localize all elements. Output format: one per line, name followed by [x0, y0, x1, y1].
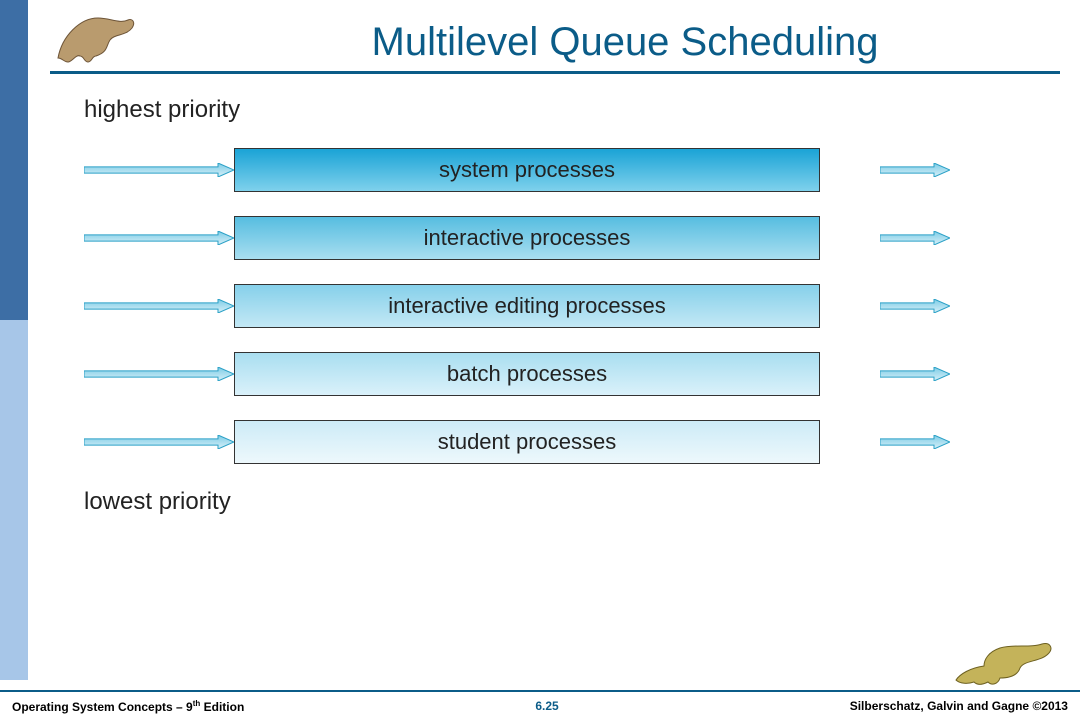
queue-row: system processes — [60, 148, 1040, 192]
gap — [820, 231, 880, 245]
arrow-out-icon — [880, 299, 950, 313]
footer-right: Silberschatz, Galvin and Gagne ©2013 — [850, 699, 1068, 713]
queue-box: interactive editing processes — [234, 284, 820, 328]
footer-center: 6.25 — [535, 699, 558, 713]
sidebar-bottom — [0, 320, 28, 680]
arrow-in-icon — [84, 231, 234, 245]
sidebar-top — [0, 0, 28, 320]
arrow-out-icon — [880, 231, 950, 245]
arrow-in-icon — [84, 299, 234, 313]
queue-row: interactive processes — [60, 216, 1040, 260]
queue-label: interactive editing processes — [388, 293, 666, 319]
gap — [820, 435, 880, 449]
queue-box: system processes — [234, 148, 820, 192]
label-highest: highest priority — [84, 96, 1040, 124]
queue-label: system processes — [439, 157, 615, 183]
queue-label: student processes — [438, 429, 617, 455]
label-lowest: lowest priority — [84, 488, 1040, 516]
arrow-out-icon — [880, 163, 950, 177]
queue-row: student processes — [60, 420, 1040, 464]
arrow-in-icon — [84, 435, 234, 449]
queue-box: batch processes — [234, 352, 820, 396]
gap — [820, 299, 880, 313]
header: Multilevel Queue Scheduling — [50, 20, 1060, 74]
queue-label: interactive processes — [424, 225, 631, 251]
arrow-in-icon — [84, 367, 234, 381]
queue-box: interactive processes — [234, 216, 820, 260]
diagram: highest priority system processes intera… — [60, 90, 1040, 528]
page-title: Multilevel Queue Scheduling — [190, 20, 1060, 65]
footer: Operating System Concepts – 9th Edition … — [0, 690, 1080, 720]
gap — [820, 367, 880, 381]
dinosaur-bottom-icon — [950, 630, 1060, 690]
gap — [820, 163, 880, 177]
queue-box: student processes — [234, 420, 820, 464]
footer-left: Operating System Concepts – 9th Edition — [12, 699, 244, 714]
sidebar-decor — [0, 0, 28, 680]
arrow-out-icon — [880, 435, 950, 449]
footer-left-suffix: Edition — [200, 700, 244, 714]
header-rule — [50, 71, 1060, 74]
footer-left-prefix: Operating System Concepts – 9 — [12, 700, 193, 714]
arrow-in-icon — [84, 163, 234, 177]
queue-label: batch processes — [447, 361, 607, 387]
queue-row: batch processes — [60, 352, 1040, 396]
queue-row: interactive editing processes — [60, 284, 1040, 328]
arrow-out-icon — [880, 367, 950, 381]
